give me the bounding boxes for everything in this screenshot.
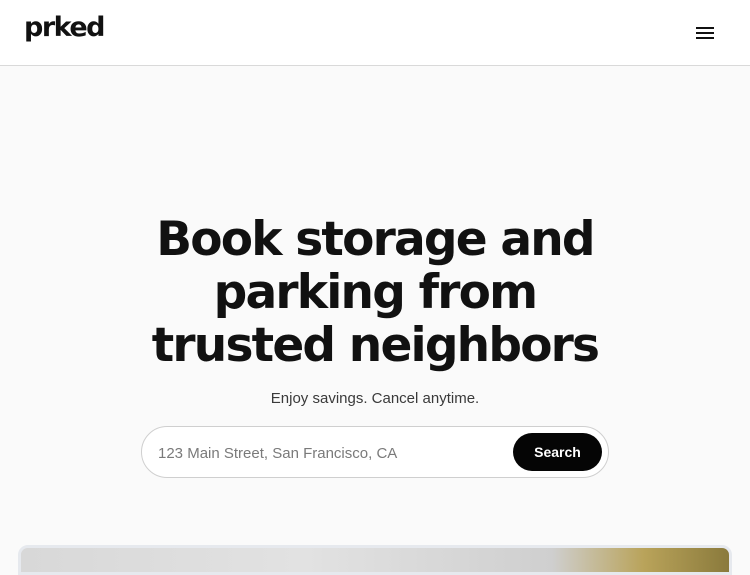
menu-button[interactable]: [690, 20, 720, 46]
top-navigation-bar: prked: [0, 0, 750, 66]
hamburger-menu-icon: [696, 27, 714, 39]
hero-title: Book storage and parking from trusted ne…: [0, 213, 750, 372]
hero-title-line-2: parking from: [213, 265, 538, 320]
location-search-input[interactable]: [158, 440, 498, 466]
brand-logo[interactable]: prked: [24, 14, 106, 41]
search-button[interactable]: Search: [513, 433, 602, 471]
hero-photo: [21, 548, 729, 572]
hero-image-preview: [18, 545, 732, 575]
hero-subtitle: Enjoy savings. Cancel anytime.: [270, 390, 480, 407]
hero-title-line-3: trusted neighbors: [151, 318, 600, 373]
hero-title-line-1: Book storage and: [156, 212, 595, 267]
location-search-form: Search: [141, 426, 609, 478]
